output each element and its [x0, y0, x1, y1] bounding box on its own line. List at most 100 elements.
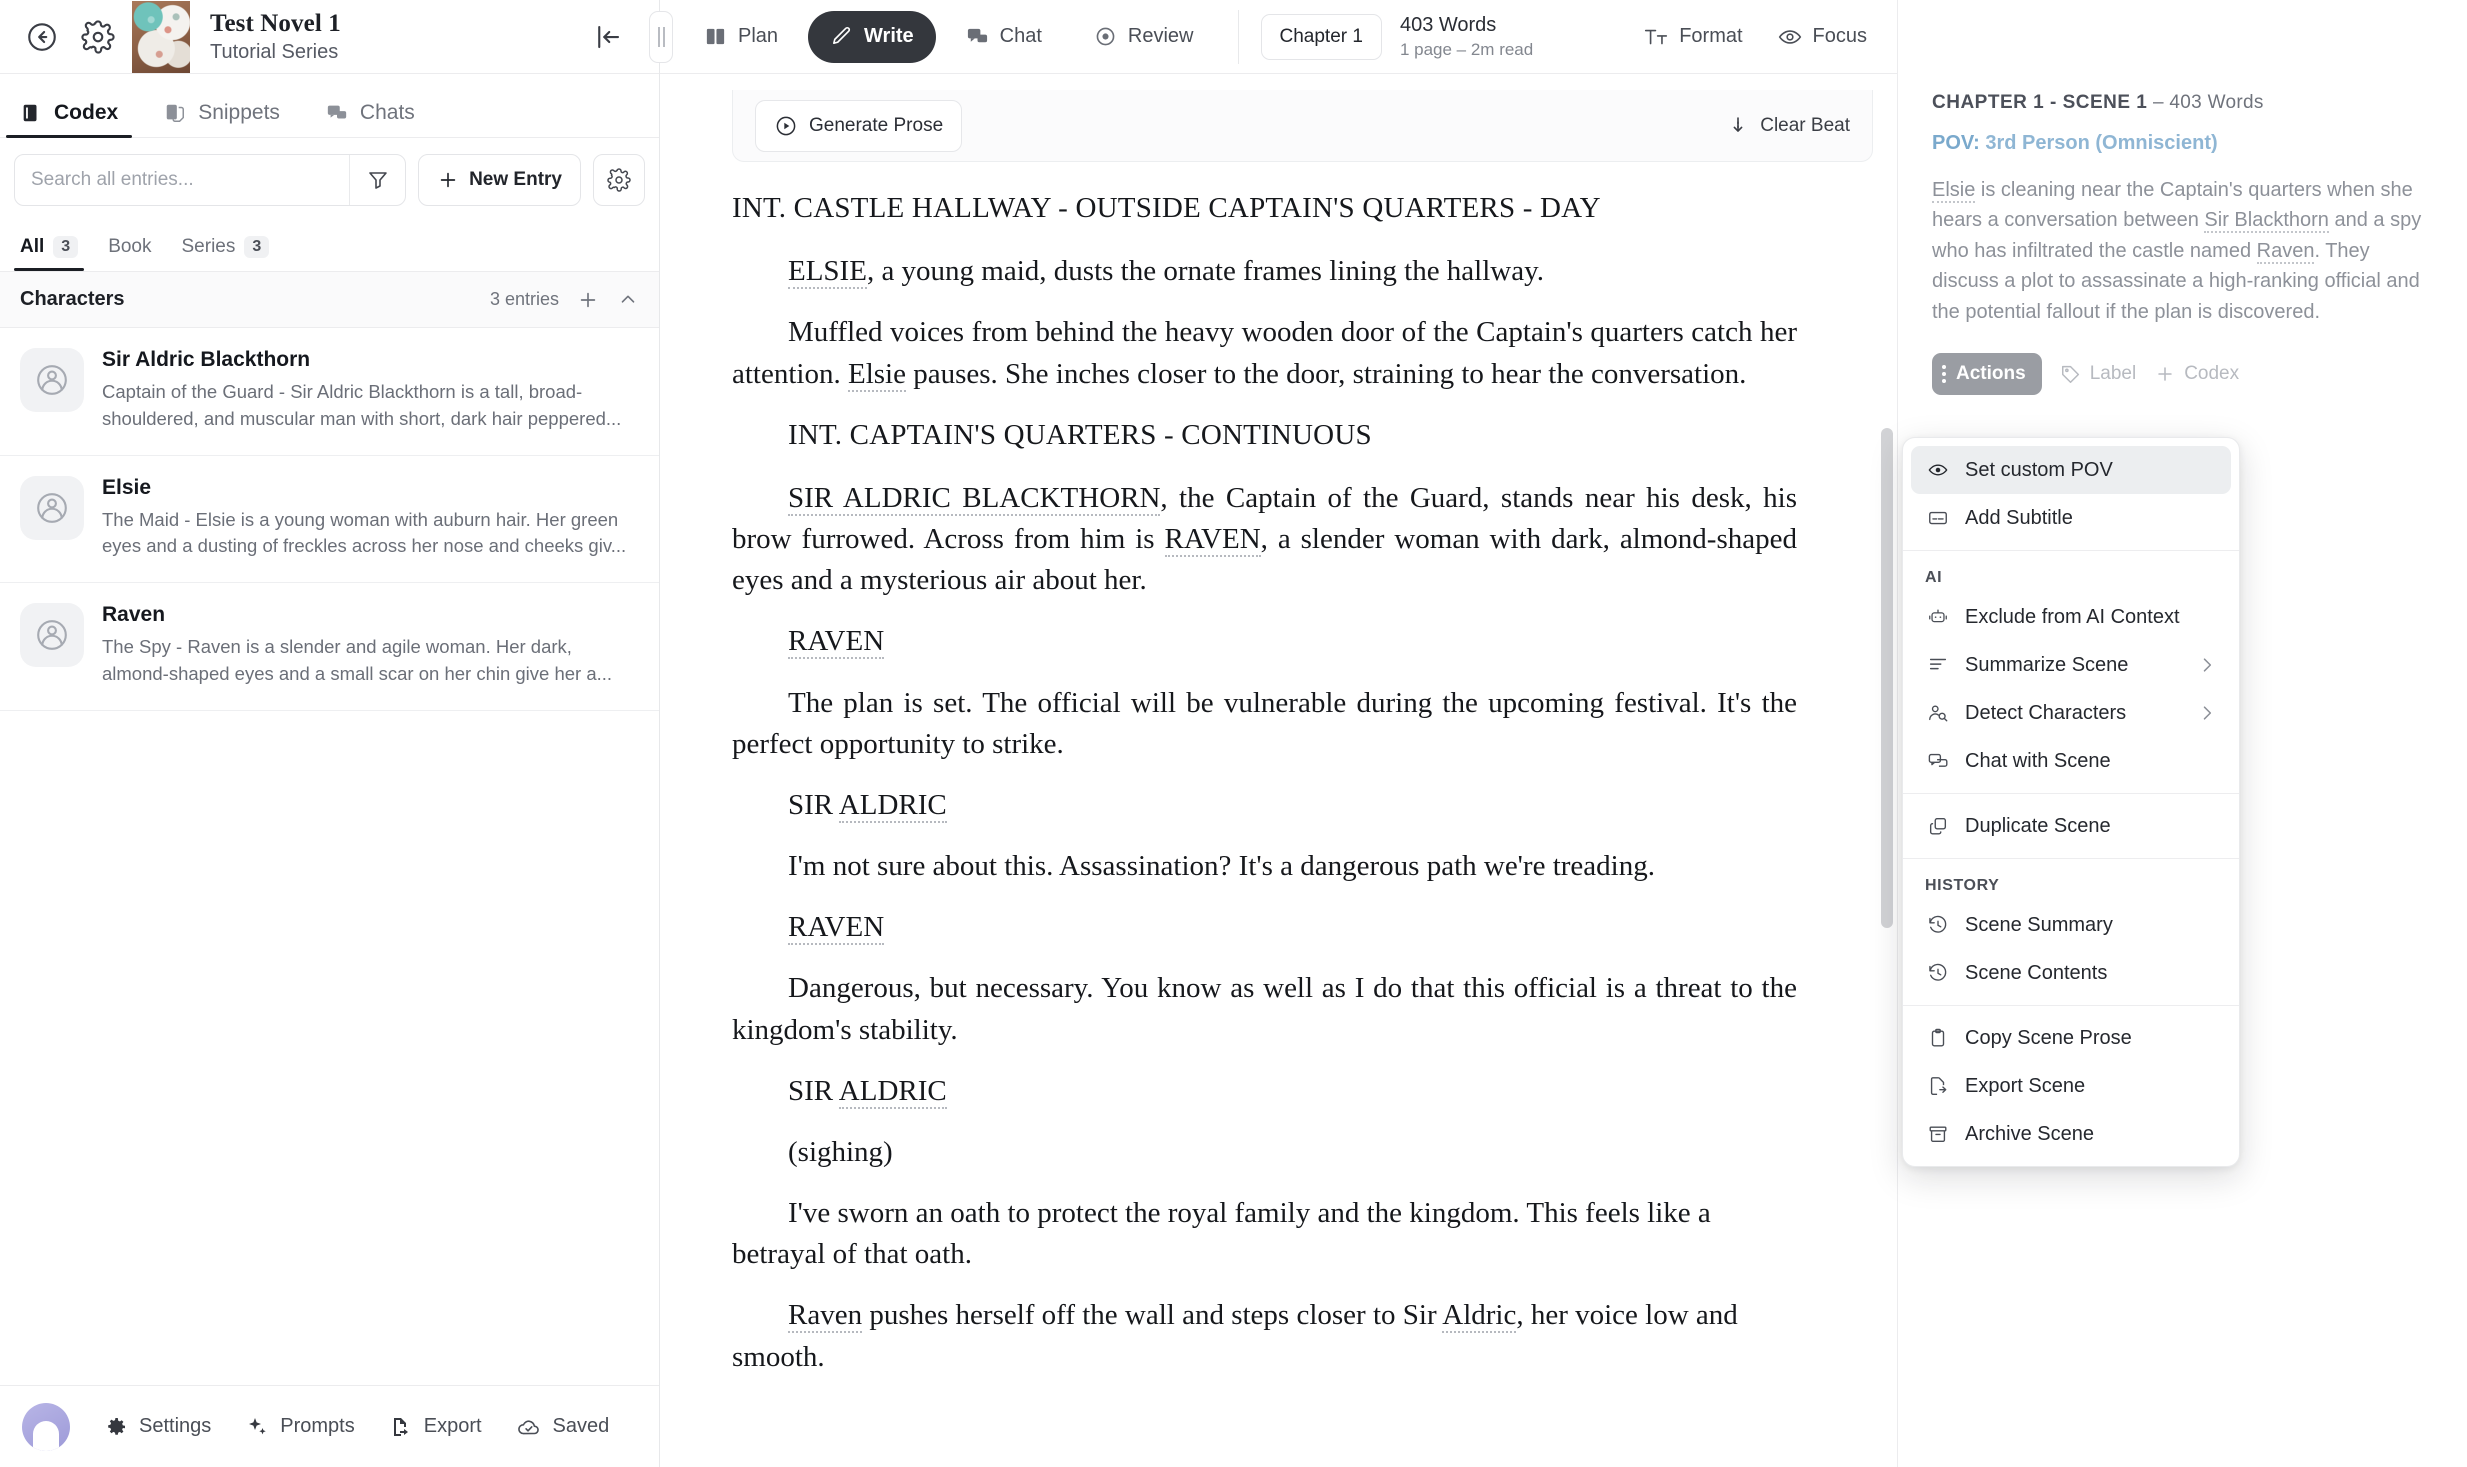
eye-target-icon [1094, 25, 1117, 48]
menu-item-scene-summary-history[interactable]: Scene Summary [1911, 901, 2231, 949]
prompts-button[interactable]: Prompts [245, 1415, 355, 1439]
sidebar-tabs: Codex Snippets Chats [0, 74, 659, 138]
play-circle-icon [774, 114, 798, 138]
settings-label: Settings [139, 1415, 212, 1437]
plus-icon[interactable] [577, 289, 599, 311]
focus-button[interactable]: Focus [1777, 24, 1867, 50]
entry-settings-gear-icon[interactable] [593, 154, 645, 206]
clear-beat-label: Clear Beat [1760, 114, 1850, 136]
menu-item-add-subtitle[interactable]: Add Subtitle [1911, 494, 2231, 542]
label-button[interactable]: Label [2060, 363, 2136, 385]
menu-item-label: Chat with Scene [1965, 749, 2111, 772]
menu-item-scene-contents-history[interactable]: Scene Contents [1911, 949, 2231, 997]
cloud-check-icon [516, 1414, 542, 1440]
format-button[interactable]: Format [1643, 24, 1743, 50]
book-open-icon [704, 25, 727, 48]
new-entry-button[interactable]: New Entry [418, 154, 581, 206]
chapter-selector[interactable]: Chapter 1 [1260, 13, 1382, 60]
menu-item-summarize-scene[interactable]: Summarize Scene [1911, 641, 2231, 689]
saved-label: Saved [552, 1415, 610, 1437]
actions-button[interactable]: Actions [1932, 352, 2042, 395]
novel-title: Test Novel 1 [210, 9, 341, 37]
screenplay-document[interactable]: INT. CASTLE HALLWAY - OUTSIDE CAPTAIN'S … [660, 162, 1897, 1378]
mode-tabs: Plan Write Chat Review [682, 10, 1216, 63]
scene-heading: INT. CAPTAIN'S QUARTERS - CONTINUOUS [788, 418, 1372, 451]
scope-tabs: All 3 Book Series 3 [0, 216, 659, 272]
panel-drag-handle[interactable] [649, 10, 673, 63]
export-button[interactable]: Export [389, 1415, 482, 1439]
word-count: 403 Words [1399, 13, 1497, 36]
menu-separator [1903, 858, 2239, 859]
menu-item-label: Archive Scene [1965, 1122, 2094, 1145]
scope-tab-all[interactable]: All 3 [13, 222, 85, 271]
add-codex-button[interactable]: Codex [2154, 363, 2239, 385]
back-arrow-icon[interactable] [14, 9, 70, 65]
kebab-menu-icon [1942, 364, 1946, 383]
sidebar-header: Test Novel 1 Tutorial Series [0, 0, 673, 74]
menu-separator [1903, 1005, 2239, 1006]
format-label: Format [1679, 25, 1743, 47]
generate-prose-button[interactable]: Generate Prose [755, 99, 963, 152]
tab-plan[interactable]: Plan [682, 11, 800, 63]
tab-review[interactable]: Review [1072, 11, 1216, 63]
scrollbar-thumb[interactable] [1881, 428, 1893, 928]
collapse-panel-icon[interactable] [581, 10, 635, 64]
search-input[interactable] [15, 155, 350, 205]
sidebar-tab-codex[interactable]: Codex [5, 101, 133, 138]
pov-row[interactable]: POV: 3rd Person (Omniscient) [1932, 132, 2433, 155]
menu-item-archive-scene[interactable]: Archive Scene [1911, 1110, 2231, 1158]
actions-label: Actions [1956, 362, 2026, 384]
menu-section-history: HISTORY [1925, 877, 2000, 894]
tab-chat[interactable]: Chat [944, 11, 1064, 63]
list-item[interactable]: Raven The Spy - Raven is a slender and a… [0, 583, 659, 711]
menu-item-detect-characters[interactable]: Detect Characters [1911, 689, 2231, 737]
menu-item-chat-with-scene[interactable]: Chat with Scene [1911, 737, 2231, 785]
tab-write[interactable]: Write [808, 10, 936, 63]
saved-status: Saved [516, 1414, 610, 1440]
list-item[interactable]: Sir Aldric Blackthorn Captain of the Gua… [0, 328, 659, 456]
menu-item-set-custom-pov[interactable]: Set custom POV [1911, 446, 2231, 494]
sidebar-bottom-bar: Settings Prompts Export Saved [0, 1385, 659, 1467]
list-item[interactable]: Elsie The Maid - Elsie is a young woman … [0, 456, 659, 584]
menu-item-exclude-ai-context[interactable]: Exclude from AI Context [1911, 593, 2231, 641]
vertical-scrollbar[interactable] [1881, 74, 1893, 1467]
menu-item-label: Add Subtitle [1965, 506, 2073, 529]
character-cue: RAVEN [788, 911, 885, 946]
menu-item-export-scene[interactable]: Export Scene [1911, 1062, 2231, 1110]
action-paragraph: Muffled voices from behind the heavy woo… [732, 316, 1797, 392]
sidebar-tab-chats[interactable]: Chats [320, 101, 421, 137]
list-item-description: The Maid - Elsie is a young woman with a… [102, 508, 627, 557]
scope-tab-series[interactable]: Series 3 [182, 222, 270, 271]
editor-top-bar: Plan Write Chat Review Chapter 1 403 Wor… [660, 0, 1897, 74]
gear-icon[interactable] [70, 9, 126, 65]
export-file-icon [389, 1415, 413, 1439]
chat-bubbles-icon [966, 25, 989, 48]
list-item-title: Sir Aldric Blackthorn [102, 348, 311, 371]
settings-button[interactable]: Settings [104, 1415, 211, 1439]
clear-beat-button[interactable]: Clear Beat [1726, 114, 1850, 138]
sidebar-tab-codex-label: Codex [54, 101, 119, 124]
user-avatar[interactable] [22, 1402, 70, 1451]
word-count-info: 403 Words 1 page – 2m read [1400, 14, 1533, 60]
scope-tab-series-label: Series [181, 235, 236, 257]
sidebar-tab-snippets[interactable]: Snippets [158, 101, 286, 137]
menu-item-duplicate-scene[interactable]: Duplicate Scene [1911, 802, 2231, 850]
book-icon [20, 102, 42, 124]
scope-tab-book[interactable]: Book [108, 222, 151, 271]
menu-item-label: Summarize Scene [1965, 653, 2129, 676]
sidebar-tab-snippets-label: Snippets [198, 101, 280, 124]
filter-funnel-icon[interactable] [349, 155, 405, 205]
eye-icon [1777, 24, 1803, 50]
novel-cover-thumbnail[interactable] [132, 0, 190, 73]
chevron-right-icon [2197, 703, 2217, 723]
menu-item-copy-scene-prose[interactable]: Copy Scene Prose [1911, 1014, 2231, 1062]
character-cue: SIR ALDRIC [788, 1074, 947, 1109]
menu-item-label: Export Scene [1965, 1074, 2086, 1097]
sidebar-header-actions [581, 10, 673, 64]
scope-tab-all-label: All [20, 235, 45, 257]
novel-meta: Test Novel 1 Tutorial Series [210, 10, 341, 64]
sidebar-search-row: New Entry [0, 138, 659, 216]
chevron-up-icon[interactable] [617, 289, 639, 311]
characters-group-header[interactable]: Characters 3 entries [0, 272, 659, 328]
scene-summary[interactable]: Elsie is cleaning near the Captain's qua… [1932, 175, 2433, 327]
